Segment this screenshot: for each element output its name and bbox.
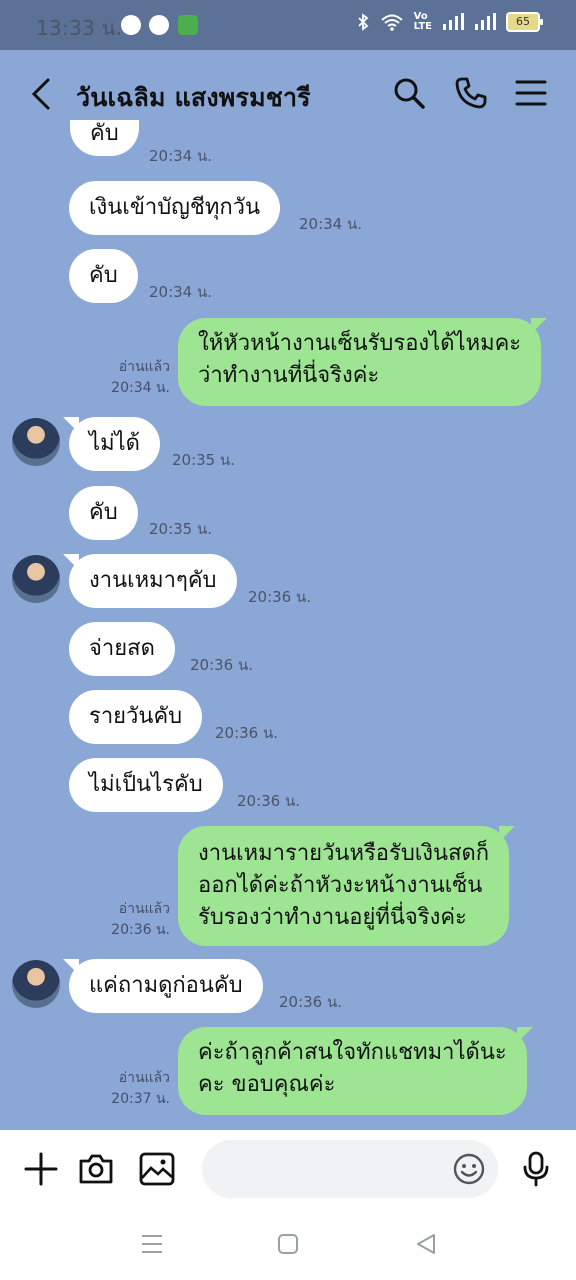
contact-avatar[interactable] [12, 418, 60, 466]
recent-apps-icon[interactable] [138, 1230, 166, 1258]
read-receipt: อ่านแล้ว 20:34 น. [100, 357, 170, 399]
chat-messages: คับ 20:34 น. เงินเข้าบัญชีทุกวัน 20:34 น… [0, 120, 576, 1130]
message-line: ค่ะถ้าลูกค้าสนใจทักแชทมาได้นะ [198, 1040, 507, 1065]
menu-icon[interactable] [514, 76, 548, 110]
incoming-message[interactable]: ไม่เป็นไรคับ [69, 758, 223, 812]
message-time: 20:34 น. [111, 380, 170, 396]
message-time: 20:36 น. [190, 656, 254, 674]
message-line: ออกได้ค่ะถ้าหัวงะหน้างานเซ็น [198, 873, 483, 898]
incoming-message[interactable]: เงินเข้าบัญชีทุกวัน [69, 181, 281, 235]
bluetooth-icon [357, 13, 368, 31]
message-line: คะ ขอบคุณค่ะ [198, 1072, 336, 1097]
message-time: 20:34 น. [149, 283, 213, 301]
incoming-message[interactable]: ไม่ได้ [69, 417, 160, 471]
camera-icon[interactable] [77, 1150, 115, 1188]
message-time: 20:36 น. [111, 922, 170, 938]
message-time: 20:35 น. [149, 520, 213, 538]
message-time: 20:36 น. [279, 993, 343, 1011]
incoming-message[interactable]: คับ [69, 249, 138, 303]
smile-icon[interactable] [452, 1152, 486, 1186]
outgoing-message[interactable]: งานเหมารายวันหรือรับเงินสดก็ ออกได้ค่ะถ้… [178, 826, 516, 946]
wifi-icon [380, 14, 403, 31]
incoming-message[interactable]: แค่ถามดูก่อนคับ [69, 959, 263, 1013]
app-notification-icon [178, 15, 198, 35]
contact-avatar[interactable] [12, 960, 60, 1008]
read-label: อ่านแล้ว [118, 359, 170, 375]
outgoing-message[interactable]: ค่ะถ้าลูกค้าสนใจทักแชทมาได้นะ คะ ขอบคุณค… [178, 1027, 533, 1115]
incoming-message[interactable]: จ่ายสด [69, 622, 175, 676]
message-line: รับรองว่าทำงานอยู่ที่นี่จริงค่ะ [198, 905, 467, 930]
incoming-message[interactable]: รายวันคับ [69, 690, 203, 744]
read-label: อ่านแล้ว [118, 1070, 170, 1086]
message-time: 20:34 น. [149, 147, 213, 165]
search-icon[interactable] [392, 76, 426, 110]
system-navigation-bar [0, 1210, 576, 1280]
volte-icon: Vo LTE [413, 11, 432, 32]
image-icon[interactable] [138, 1150, 176, 1188]
phone-icon[interactable] [454, 76, 488, 110]
contact-name: วันเฉลิม แสงพรมชารี [76, 83, 311, 112]
message-time: 20:36 น. [248, 588, 312, 606]
chevron-left-icon[interactable] [26, 74, 56, 114]
incoming-message[interactable]: งานเหมาๆคับ [69, 554, 237, 608]
read-receipt: อ่านแล้ว 20:37 น. [100, 1068, 170, 1110]
status-time: 13:33 น. [36, 16, 123, 40]
battery-icon: 65 [506, 12, 543, 32]
message-time: 20:36 น. [237, 792, 301, 810]
message-time: 20:36 น. [215, 724, 279, 742]
message-time: 20:37 น. [111, 1091, 170, 1107]
messenger-notification-icon [149, 15, 169, 35]
message-line: ว่าทำงานที่นี่จริงค่ะ [198, 363, 380, 388]
message-line: งานเหมารายวันหรือรับเงินสดก็ [198, 841, 490, 866]
line-notification-icon [121, 15, 141, 35]
home-icon[interactable] [274, 1230, 302, 1258]
status-icons: Vo LTE 65 [356, 11, 543, 32]
signal-icon-1 [443, 13, 464, 30]
signal-icon-2 [475, 13, 496, 30]
message-line: ให้หัวหน้างานเซ็นรับรองได้ไหมคะ [198, 331, 522, 356]
outgoing-message[interactable]: ให้หัวหน้างานเซ็นรับรองได้ไหมคะ ว่าทำงาน… [178, 318, 548, 406]
read-receipt: อ่านแล้ว 20:36 น. [100, 899, 170, 941]
microphone-icon[interactable] [517, 1150, 555, 1188]
contact-avatar[interactable] [12, 555, 60, 603]
incoming-message[interactable]: คับ [69, 486, 138, 540]
message-input-bar [0, 1130, 576, 1210]
incoming-message[interactable]: คับ [70, 120, 139, 156]
plus-icon[interactable] [22, 1150, 60, 1188]
message-time: 20:35 น. [172, 451, 236, 469]
message-time: 20:34 น. [299, 215, 363, 233]
read-label: อ่านแล้ว [118, 901, 170, 917]
status-bar: 13:33 น. Vo LTE 65 [0, 0, 576, 50]
back-nav-icon[interactable] [412, 1230, 440, 1258]
